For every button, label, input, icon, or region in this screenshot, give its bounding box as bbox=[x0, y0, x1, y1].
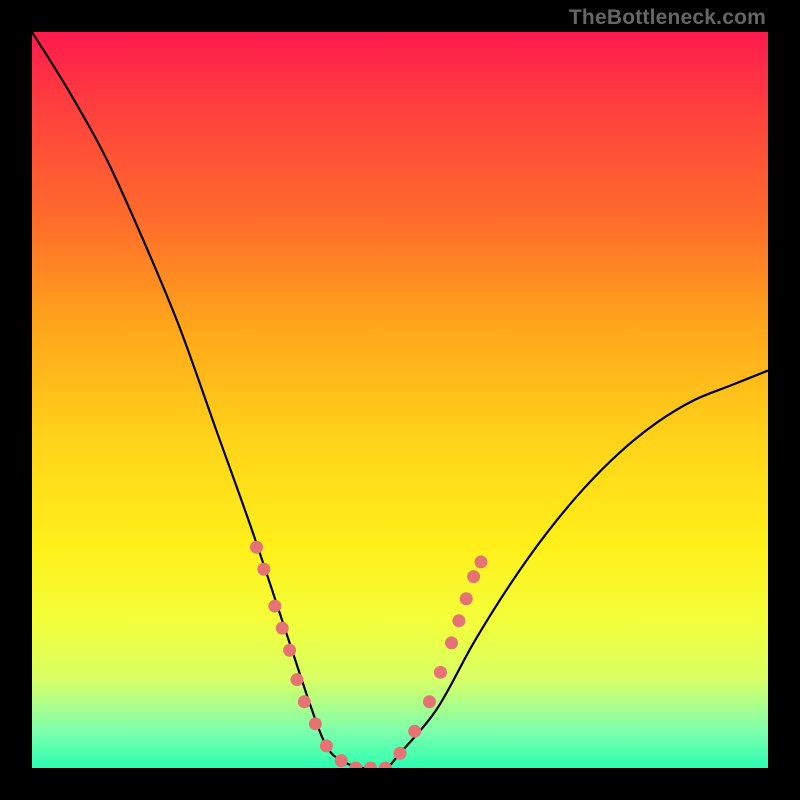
marker-dot bbox=[276, 622, 289, 635]
marker-dot bbox=[460, 592, 473, 605]
marker-dot bbox=[309, 717, 322, 730]
outer-frame: TheBottleneck.com bbox=[0, 0, 800, 800]
marker-dot bbox=[445, 636, 458, 649]
marker-dot bbox=[290, 673, 303, 686]
marker-dot bbox=[474, 555, 487, 568]
marker-dot bbox=[349, 762, 362, 769]
marker-dot bbox=[434, 666, 447, 679]
marker-dot bbox=[320, 739, 333, 752]
plot-area bbox=[32, 32, 768, 768]
marker-dot bbox=[283, 644, 296, 657]
marker-dot bbox=[408, 725, 421, 738]
marker-dot bbox=[452, 614, 465, 627]
marker-dot bbox=[250, 541, 263, 554]
highlighted-points bbox=[250, 541, 487, 768]
marker-dot bbox=[335, 754, 348, 767]
marker-dot bbox=[364, 762, 377, 769]
bottleneck-curve bbox=[32, 32, 768, 768]
marker-dot bbox=[257, 563, 270, 576]
chart-svg bbox=[32, 32, 768, 768]
marker-dot bbox=[268, 600, 281, 613]
marker-dot bbox=[467, 570, 480, 583]
marker-dot bbox=[423, 695, 436, 708]
marker-dot bbox=[298, 695, 311, 708]
attribution-text: TheBottleneck.com bbox=[569, 6, 766, 30]
marker-dot bbox=[394, 747, 407, 760]
marker-dot bbox=[379, 762, 392, 769]
